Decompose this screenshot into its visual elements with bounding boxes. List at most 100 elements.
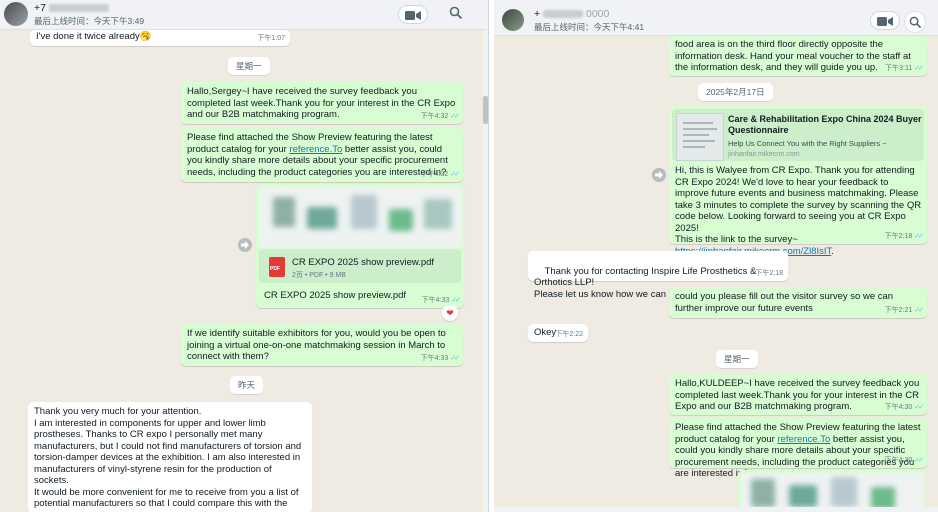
message-meta: 下午2:18 ✓✓ bbox=[884, 231, 924, 243]
message-incoming[interactable]: I've done it twice already🥱 下午1:07 bbox=[30, 30, 290, 46]
message-time: 下午4:30 bbox=[884, 403, 913, 411]
message-incoming[interactable]: Thank you very much for your attention. … bbox=[28, 402, 312, 512]
message-time: 下午4:33 bbox=[421, 296, 450, 304]
message-outgoing[interactable]: Please find attached the Show Preview fe… bbox=[669, 418, 927, 479]
link-preview-card[interactable]: Care & Rehabilitation Expo China 2024 Bu… bbox=[672, 109, 924, 161]
pdf-file-row[interactable]: PDF CR EXPO 2025 show preview.pdf 2页 • P… bbox=[259, 249, 461, 283]
read-receipt-icon: ✓✓ bbox=[450, 112, 460, 120]
message-meta: 下午4:30 ✓✓ bbox=[884, 402, 924, 414]
message-attachment[interactable] bbox=[738, 470, 926, 512]
message-meta: 下午4:32 ✓✓ bbox=[420, 111, 460, 123]
search-button[interactable] bbox=[904, 11, 926, 33]
contact-name[interactable]: + 0000 bbox=[534, 8, 609, 20]
date-divider: 星期一 bbox=[716, 350, 758, 368]
heart-reaction-icon[interactable]: ❤ bbox=[442, 305, 458, 321]
link-preview-thumbnail bbox=[676, 113, 724, 161]
blurred-thumbnail bbox=[871, 487, 895, 509]
read-receipt-icon: ✓✓ bbox=[914, 232, 924, 240]
contact-name[interactable]: +7 bbox=[34, 2, 109, 14]
pdf-preview-image[interactable] bbox=[259, 187, 461, 247]
message-time: 下午3:11 bbox=[885, 64, 913, 72]
message-time: 下午4:33 bbox=[420, 354, 449, 362]
chat-header: + 0000 最后上线时间：今天下午4:41 bbox=[494, 0, 938, 36]
link-preview-description: Help Us Connect You with the Right Suppl… bbox=[728, 139, 887, 148]
message-meta: 下午2:21 ✓✓ bbox=[885, 305, 924, 317]
forward-icon bbox=[655, 171, 663, 179]
message-text: Okey bbox=[534, 327, 557, 338]
message-text: food area is on the third floor directly… bbox=[675, 39, 911, 73]
message-outgoing[interactable]: Hallo,KULDEEP~I have received the survey… bbox=[669, 374, 927, 415]
last-seen-status: 最后上线时间：今天下午3:49 bbox=[34, 16, 145, 26]
message-time: 下午4:32 bbox=[420, 170, 449, 178]
message-outgoing[interactable]: Hallo,Sergey~I have received the survey … bbox=[181, 82, 463, 124]
right-chat-window: + 0000 最后上线时间：今天下午4:41 food area is on t… bbox=[494, 0, 938, 512]
contact-name-text: +7 bbox=[34, 2, 46, 14]
link-preview-url: jinhanfair.mikecrm.com bbox=[728, 151, 800, 158]
message-meta: 下午4:33 ✓✓ bbox=[420, 353, 460, 365]
message-text: could you please fill out the visitor su… bbox=[675, 291, 894, 314]
search-button[interactable] bbox=[449, 6, 463, 23]
video-call-icon bbox=[877, 17, 893, 26]
link-preview-title: Care & Rehabilitation Expo China 2024 Bu… bbox=[728, 114, 922, 135]
message-outgoing[interactable]: Please find attached the Show Preview fe… bbox=[181, 128, 463, 182]
video-call-button[interactable] bbox=[398, 5, 428, 24]
message-time: 下午2:18 bbox=[755, 269, 783, 277]
thumbnail-line bbox=[683, 122, 713, 124]
blurred-thumbnail bbox=[751, 479, 775, 507]
chat-header: +7 最后上线时间：今天下午3:49 bbox=[0, 0, 488, 30]
message-outgoing[interactable]: Care & Rehabilitation Expo China 2024 Bu… bbox=[669, 106, 927, 257]
thumbnail-line bbox=[683, 134, 709, 136]
date-divider: 2025年2月17日 bbox=[698, 83, 773, 101]
blurred-thumbnail bbox=[789, 485, 817, 507]
last-seen-status: 最后上线时间：今天下午4:41 bbox=[534, 22, 645, 32]
date-divider: 昨天 bbox=[230, 376, 264, 394]
forward-button[interactable] bbox=[652, 168, 666, 182]
left-chat-window: +7 最后上线时间：今天下午3:49 I've done it twice al… bbox=[0, 0, 488, 512]
blurred-thumbnail bbox=[307, 207, 337, 229]
blurred-thumbnail bbox=[351, 195, 377, 229]
search-icon bbox=[449, 6, 463, 20]
read-receipt-icon: ✓✓ bbox=[450, 170, 460, 178]
blurred-thumbnail bbox=[831, 477, 857, 507]
message-meta: 下午4:32 ✓✓ bbox=[420, 169, 460, 181]
pdf-file-name: CR EXPO 2025 show preview.pdf bbox=[292, 257, 435, 268]
message-time: 下午1:07 bbox=[257, 34, 285, 42]
message-time: 下午2:18 bbox=[884, 232, 913, 240]
message-incoming[interactable]: Okey 下午2:22 bbox=[528, 324, 588, 342]
contact-name-text: + bbox=[534, 8, 541, 20]
blurred-thumbnail bbox=[273, 197, 295, 227]
message-time: 下午4:32 bbox=[420, 112, 449, 120]
forward-icon bbox=[241, 241, 249, 249]
contact-name-tail: 0000 bbox=[585, 8, 610, 20]
message-attachment[interactable]: PDF CR EXPO 2025 show preview.pdf 2页 • P… bbox=[256, 184, 464, 308]
message-text: I've done it twice already🥱 bbox=[36, 31, 152, 42]
message-meta: 下午3:11 ✓✓ bbox=[885, 63, 924, 75]
message-link[interactable]: reference.To bbox=[289, 144, 342, 155]
message-outgoing[interactable]: food area is on the third floor directly… bbox=[669, 36, 927, 76]
video-call-button[interactable] bbox=[870, 11, 900, 30]
attachment-caption: CR EXPO 2025 show preview.pdf bbox=[264, 290, 407, 301]
read-receipt-icon: ✓✓ bbox=[914, 403, 924, 411]
message-text: If we identify suitable exhibitors for y… bbox=[187, 328, 446, 362]
message-incoming[interactable]: Thank you for contacting Inspire Life Pr… bbox=[528, 251, 788, 300]
link-suffix: . bbox=[831, 245, 834, 257]
avatar[interactable] bbox=[502, 9, 524, 31]
message-text: Hallo,KULDEEP~I have received the survey… bbox=[675, 378, 920, 412]
pdf-file-meta: 2页 • PDF • 9 MB bbox=[292, 272, 346, 279]
message-meta: 下午4:33 ✓✓ bbox=[421, 295, 461, 307]
message-body: Hi, this is Walyee from CR Expo. Thank y… bbox=[675, 165, 923, 257]
message-time: 下午4:30 bbox=[884, 456, 913, 464]
message-link[interactable]: reference.To bbox=[777, 434, 830, 445]
read-receipt-icon: ✓✓ bbox=[450, 354, 460, 362]
message-text: Hallo,Sergey~I have received the survey … bbox=[187, 86, 456, 120]
avatar[interactable] bbox=[4, 2, 28, 26]
message-meta: 下午4:30 ✓✓ bbox=[884, 455, 924, 467]
read-receipt-icon: ✓✓ bbox=[451, 296, 461, 304]
pdf-file-icon: PDF bbox=[269, 257, 285, 277]
search-icon bbox=[909, 16, 922, 29]
thumbnail-line bbox=[683, 128, 717, 130]
message-outgoing[interactable]: If we identify suitable exhibitors for y… bbox=[181, 324, 463, 366]
message-outgoing[interactable]: could you please fill out the visitor su… bbox=[669, 287, 927, 318]
blurred-thumbnail bbox=[424, 199, 452, 229]
forward-button[interactable] bbox=[238, 238, 252, 252]
